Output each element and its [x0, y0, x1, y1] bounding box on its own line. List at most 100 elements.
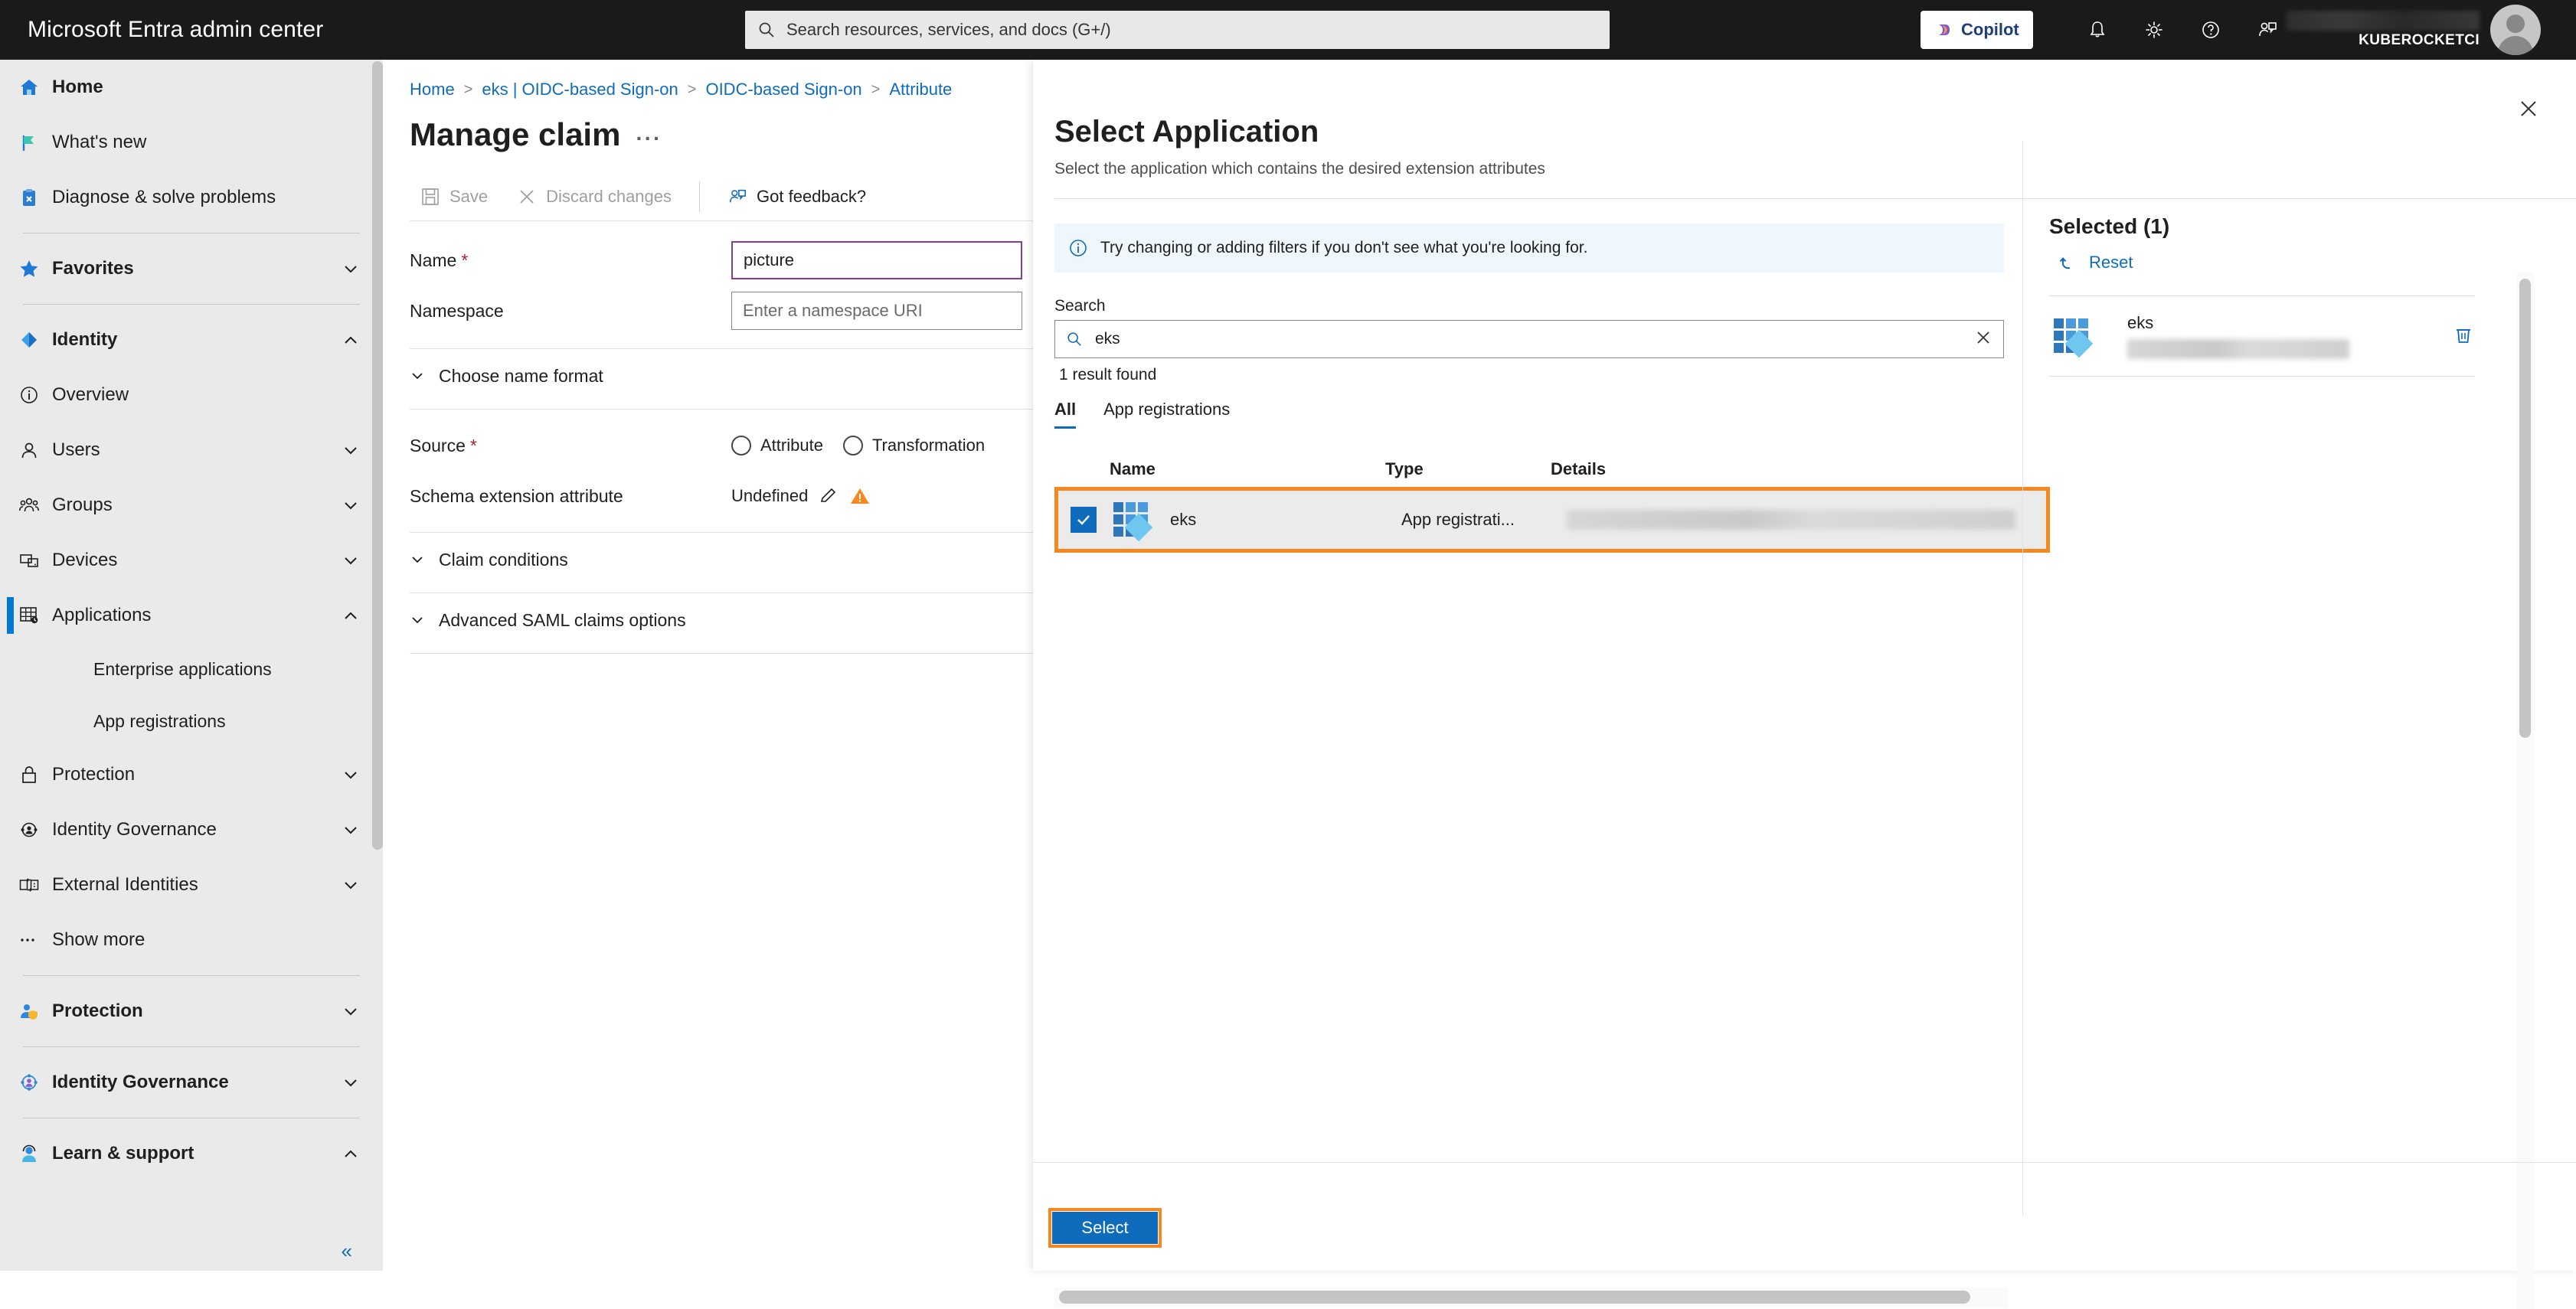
sidebar-item-external-identities[interactable]: External Identities: [0, 857, 383, 912]
collapse-nav-button[interactable]: «: [0, 1231, 383, 1271]
copilot-button[interactable]: Copilot: [1921, 11, 2033, 49]
sidebar-item-applications[interactable]: Applications: [0, 588, 383, 643]
home-icon: [18, 77, 52, 98]
chevron-down-icon[interactable]: [342, 1073, 360, 1092]
radio-circle-icon: [842, 436, 863, 455]
sidebar-item-users[interactable]: Users: [0, 423, 383, 478]
source-option-transformation-label: Transformation: [871, 436, 986, 455]
reset-selection-button[interactable]: Reset: [2023, 239, 2501, 273]
breadcrumb-item-attribute[interactable]: Attribute: [889, 80, 952, 100]
selected-item-detail-redacted: [2127, 339, 2349, 359]
sidebar-item-what-s-new[interactable]: What's new: [0, 115, 383, 170]
gear-icon[interactable]: [2135, 11, 2173, 49]
sidebar-item-devices[interactable]: Devices: [0, 533, 383, 588]
breadcrumb-item-home[interactable]: Home: [410, 80, 455, 100]
more-options-button[interactable]: ···: [636, 126, 662, 151]
breadcrumb-item-oidc-signon[interactable]: OIDC-based Sign-on: [705, 80, 861, 100]
sidebar-item-identity-governance[interactable]: Identity Governance: [0, 1055, 383, 1110]
breadcrumb-separator: >: [463, 80, 473, 98]
name-input-value: picture: [744, 250, 795, 269]
panel-search-input[interactable]: eks: [1054, 320, 2004, 358]
tab-app-registrations[interactable]: App registrations: [1103, 400, 1230, 429]
source-radio-attribute[interactable]: Attribute: [731, 436, 823, 455]
sidebar-item-identity[interactable]: Identity: [0, 312, 383, 367]
chevron-down-icon[interactable]: [342, 551, 360, 570]
chevron-down-icon[interactable]: [342, 441, 360, 459]
source-option-attribute-label: Attribute: [760, 436, 823, 455]
chevron-up-icon[interactable]: [342, 331, 360, 349]
got-feedback-button[interactable]: Got feedback?: [717, 178, 877, 215]
list-item: eks: [2023, 296, 2501, 359]
advanced-saml-accordion[interactable]: Advanced SAML claims options: [384, 593, 1033, 647]
tab-all[interactable]: All: [1054, 400, 1077, 429]
row-checkbox[interactable]: [1071, 507, 1097, 533]
diagnose-icon: [18, 187, 52, 208]
results-horizontal-scrollbar-thumb[interactable]: [1059, 1291, 1970, 1304]
sidebar-item-learn-support[interactable]: Learn & support: [0, 1126, 383, 1181]
sidebar-item-favorites[interactable]: Favorites: [0, 241, 383, 296]
chevron-down-icon[interactable]: [342, 821, 360, 839]
panel-vertical-scrollbar-thumb[interactable]: [2519, 279, 2531, 738]
results-table-header: Name Type Details: [1054, 459, 2004, 479]
close-panel-button[interactable]: [2510, 90, 2547, 127]
section-divider: [410, 409, 1033, 410]
chevron-up-icon[interactable]: [342, 606, 360, 625]
claim-conditions-accordion[interactable]: Claim conditions: [384, 533, 1033, 586]
bell-icon[interactable]: [2078, 11, 2117, 49]
chevron-down-icon[interactable]: [342, 765, 360, 784]
sidebar-item-groups[interactable]: Groups: [0, 478, 383, 533]
sidebar-item-app-registrations[interactable]: App registrations: [0, 695, 383, 747]
sidebar-item-overview[interactable]: Overview: [0, 367, 383, 423]
section-divider: [410, 653, 1033, 654]
panel-filter-tabs: All App registrations: [1054, 400, 1230, 429]
chevron-down-icon[interactable]: [342, 1002, 360, 1020]
column-header-type: Type: [1385, 459, 1424, 478]
sidebar-item-label: What's new: [52, 132, 147, 152]
sidebar-item-show-more[interactable]: Show more: [0, 912, 383, 968]
sidebar-item-label: Applications: [52, 605, 152, 625]
applications-icon: [18, 605, 52, 626]
table-row[interactable]: eks App registrati...: [1058, 491, 2046, 549]
chevron-down-icon: [345, 1008, 357, 1016]
app-brand-title: Microsoft Entra admin center: [28, 17, 324, 42]
nav-list: Home What's new Diagnose & solve problems F…: [0, 60, 383, 1181]
clear-search-button[interactable]: [1974, 328, 1992, 351]
discard-changes-button[interactable]: Discard changes: [506, 178, 682, 215]
reset-undo-icon: [2059, 256, 2071, 269]
namespace-input[interactable]: Enter a namespace URI: [731, 292, 1022, 330]
sidebar-item-protection[interactable]: Protection: [0, 747, 383, 802]
sidebar-item-label: Home: [52, 77, 103, 97]
info-banner: Try changing or adding filters if you do…: [1054, 224, 2004, 273]
chevron-down-icon[interactable]: [342, 260, 360, 278]
remove-selected-button[interactable]: [2452, 323, 2475, 350]
protection-shield-icon: [18, 1001, 52, 1022]
chevron-up-icon[interactable]: [342, 1144, 360, 1163]
page-title-text: Manage claim: [410, 116, 621, 152]
global-search-input[interactable]: Search resources, services, and docs (G+…: [745, 11, 1610, 49]
sidebar-item-enterprise-applications[interactable]: Enterprise applications: [0, 643, 383, 695]
name-input[interactable]: picture: [731, 241, 1022, 279]
sidebar-item-identity-governance[interactable]: Identity Governance: [0, 802, 383, 857]
edit-pencil-icon[interactable]: [819, 486, 839, 506]
sidebar-item-protection[interactable]: Protection: [0, 984, 383, 1039]
nav-scrollbar-thumb[interactable]: [372, 61, 383, 850]
warning-icon: [851, 488, 870, 504]
discard-label: Discard changes: [546, 187, 672, 206]
select-button[interactable]: Select: [1052, 1212, 1158, 1244]
save-label: Save: [449, 187, 489, 206]
sidebar-item-diagnose-solve-problems[interactable]: Diagnose & solve problems: [0, 170, 383, 225]
sidebar-item-home[interactable]: Home: [0, 60, 383, 115]
chevron-down-icon[interactable]: [342, 876, 360, 894]
column-header-details: Details: [1551, 459, 1607, 478]
source-radio-transformation[interactable]: Transformation: [842, 436, 986, 455]
sidebar-item-label: Identity: [52, 329, 118, 350]
search-icon: [759, 22, 774, 38]
chevron-down-icon[interactable]: [342, 496, 360, 514]
trash-icon: [2457, 328, 2470, 343]
name-field-label: Name *: [410, 250, 469, 270]
chevron-down-icon: [412, 617, 423, 624]
breadcrumb-item-eks-oidc[interactable]: eks | OIDC-based Sign-on: [482, 80, 678, 100]
save-button[interactable]: Save: [410, 178, 499, 215]
choose-name-format-accordion[interactable]: Choose name format: [384, 349, 1033, 403]
avatar[interactable]: [2490, 5, 2541, 55]
